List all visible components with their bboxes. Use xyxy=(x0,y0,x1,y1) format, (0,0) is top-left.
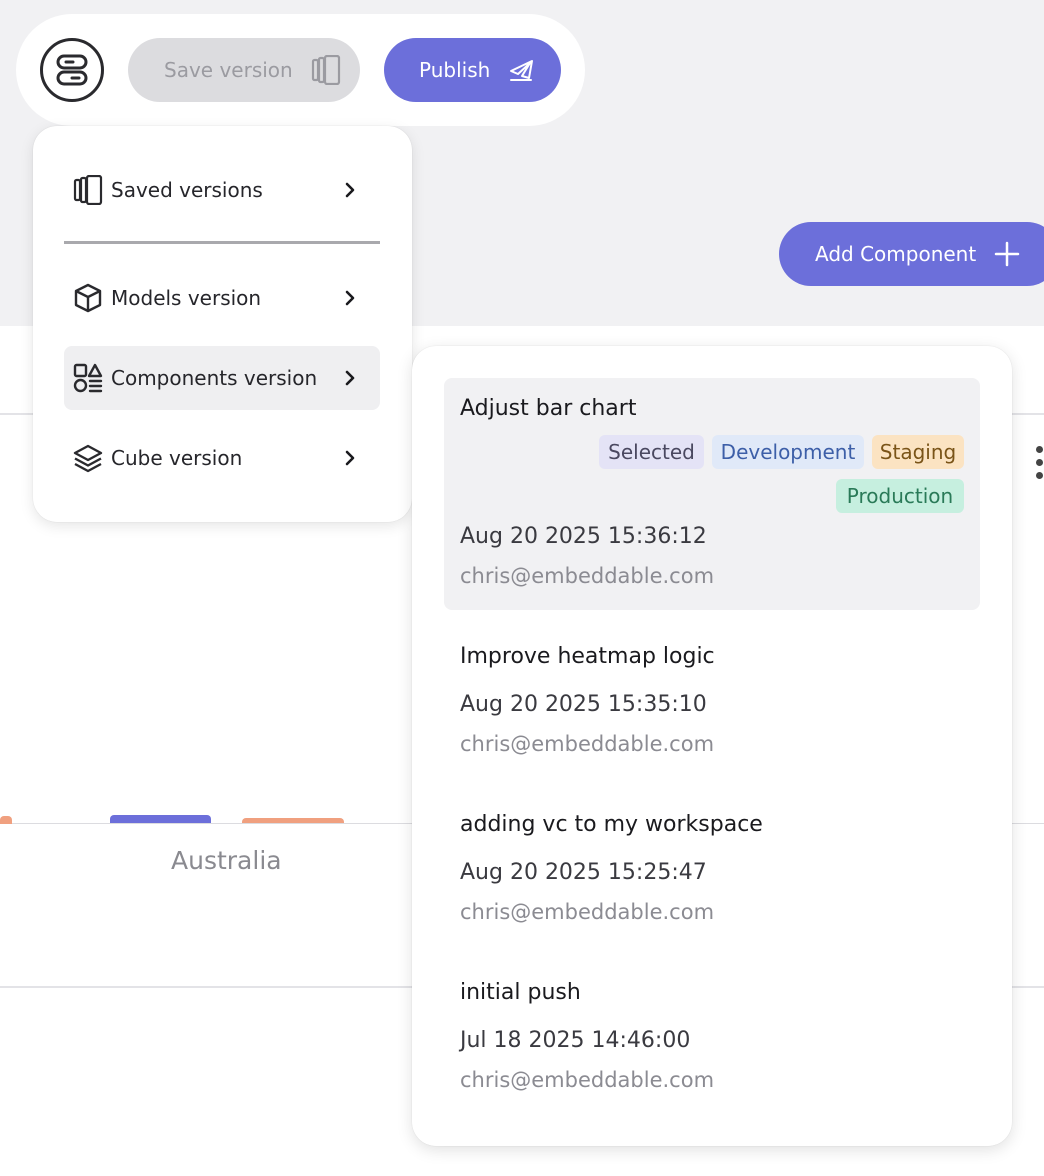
chevron-right-icon xyxy=(338,178,362,202)
tag-production: Production xyxy=(836,479,964,513)
plus-icon xyxy=(994,241,1020,267)
chevron-right-icon xyxy=(338,446,362,470)
menu-item-components-version[interactable]: Components version xyxy=(64,346,380,410)
version-author: chris@embeddable.com xyxy=(460,564,715,588)
version-date: Aug 20 2025 15:36:12 xyxy=(460,524,707,549)
menu-item-label: Components version xyxy=(111,366,318,390)
layers-icon xyxy=(72,442,104,474)
chart-bar xyxy=(110,815,211,823)
publish-label: Publish xyxy=(419,58,491,82)
version-author: chris@embeddable.com xyxy=(460,900,715,924)
version-menu-button[interactable] xyxy=(40,38,104,102)
save-version-label: Save version xyxy=(164,58,293,82)
server-toggle-icon xyxy=(56,54,88,86)
version-title: Improve heatmap logic xyxy=(460,644,715,669)
versions-icon xyxy=(72,174,104,206)
tag-staging: Staging xyxy=(872,435,964,469)
version-author: chris@embeddable.com xyxy=(460,732,715,756)
menu-separator xyxy=(64,241,380,244)
menu-item-label: Models version xyxy=(111,286,262,310)
components-icon xyxy=(72,362,104,394)
toolbar: Save version Publish xyxy=(16,14,585,126)
version-date: Aug 20 2025 15:35:10 xyxy=(460,692,707,717)
version-title: adding vc to my workspace xyxy=(460,812,763,837)
menu-item-label: Saved versions xyxy=(111,178,263,202)
chart-bar xyxy=(242,818,344,823)
version-title: initial push xyxy=(460,980,581,1005)
versions-icon xyxy=(311,55,340,85)
chevron-right-icon xyxy=(338,366,362,390)
components-versions-panel: Adjust bar chart Selected Development St… xyxy=(412,346,1012,1146)
version-menu: Saved versions Models version Components… xyxy=(33,126,412,522)
menu-item-saved-versions[interactable]: Saved versions xyxy=(64,158,380,222)
version-author: chris@embeddable.com xyxy=(460,1068,715,1092)
more-options-icon[interactable] xyxy=(1036,446,1044,486)
menu-item-models-version[interactable]: Models version xyxy=(64,266,380,330)
version-item[interactable]: Improve heatmap logic Aug 20 2025 15:35:… xyxy=(444,626,980,776)
add-component-label: Add Component xyxy=(815,242,977,266)
tag-development: Development xyxy=(712,435,864,469)
version-title: Adjust bar chart xyxy=(460,396,637,421)
save-version-button[interactable]: Save version xyxy=(128,38,360,102)
chevron-right-icon xyxy=(338,286,362,310)
tag-selected: Selected xyxy=(599,435,704,469)
version-item[interactable]: initial push Jul 18 2025 14:46:00 chris@… xyxy=(444,962,980,1112)
version-date: Jul 18 2025 14:46:00 xyxy=(460,1028,691,1053)
menu-item-label: Cube version xyxy=(111,446,243,470)
publish-button[interactable]: Publish xyxy=(384,38,561,102)
chart-bar xyxy=(0,816,12,824)
cube-icon xyxy=(72,282,104,314)
publish-plane-icon xyxy=(510,60,534,81)
version-item[interactable]: Adjust bar chart Selected Development St… xyxy=(444,378,980,610)
chart-axis-label: Australia xyxy=(171,846,282,875)
add-component-button[interactable]: Add Component xyxy=(779,222,1044,286)
version-date: Aug 20 2025 15:25:47 xyxy=(460,860,707,885)
version-item[interactable]: adding vc to my workspace Aug 20 2025 15… xyxy=(444,794,980,944)
menu-item-cube-version[interactable]: Cube version xyxy=(64,426,380,490)
